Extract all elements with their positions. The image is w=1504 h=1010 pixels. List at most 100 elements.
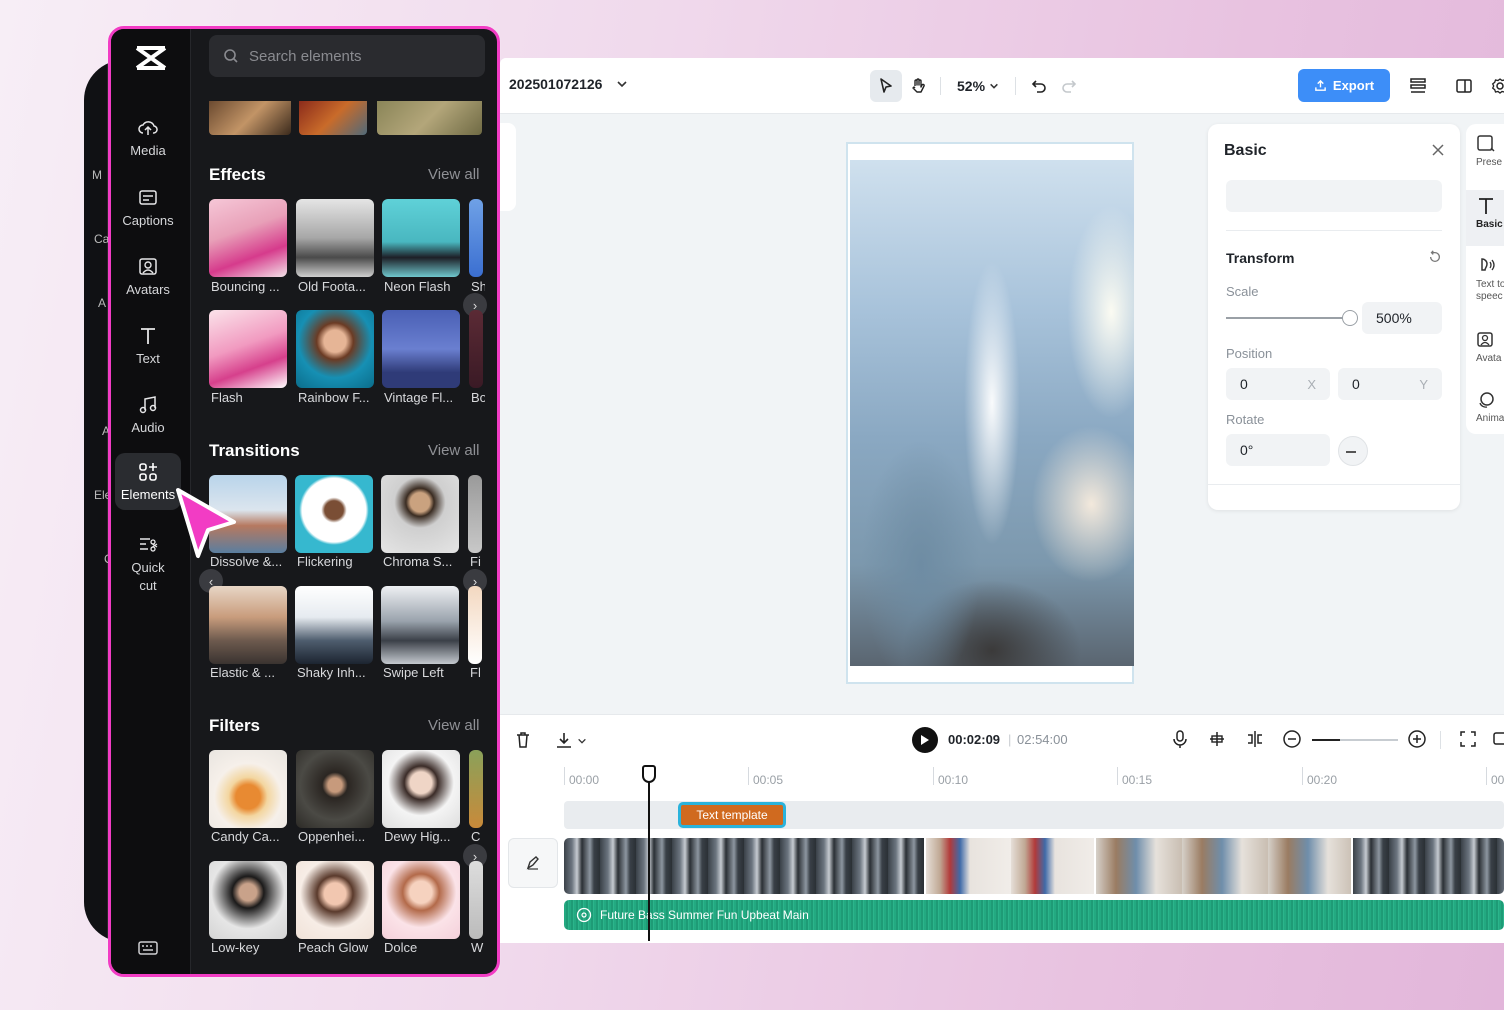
effect-thumbnail[interactable]	[469, 310, 483, 388]
layers-button[interactable]	[1402, 70, 1434, 102]
nav-item-media[interactable]: Media	[115, 117, 181, 158]
effect-label: Rainbow F...	[298, 390, 370, 405]
text-template-clip[interactable]: Text template	[678, 802, 786, 828]
scale-slider[interactable]	[1226, 317, 1350, 319]
hand-tool-button[interactable]	[902, 70, 934, 102]
rail-item-avatars[interactable]: Avata	[1466, 330, 1504, 382]
filter-thumbnail[interactable]	[469, 750, 483, 828]
fullscreen-icon[interactable]	[1459, 730, 1477, 748]
transition-thumbnail[interactable]	[381, 586, 459, 664]
nav-item-audio[interactable]: Audio	[115, 394, 181, 435]
total-time: 02:54:00	[1017, 732, 1068, 747]
effect-thumbnail[interactable]	[469, 199, 483, 277]
video-clip[interactable]	[1096, 838, 1353, 894]
filter-thumbnail[interactable]	[296, 861, 374, 939]
filter-thumbnail[interactable]	[382, 861, 460, 939]
rail-item-basic[interactable]: Basic	[1466, 190, 1504, 246]
transition-thumbnail[interactable]	[295, 475, 373, 553]
stack-icon	[1410, 78, 1426, 93]
rail-label: Prese	[1476, 157, 1503, 168]
media-thumbnail[interactable]	[209, 101, 291, 135]
effect-thumbnail[interactable]	[209, 199, 287, 277]
filter-thumbnail[interactable]	[296, 750, 374, 828]
search-input[interactable]: Search elements	[209, 35, 485, 77]
filter-thumbnail[interactable]	[469, 861, 483, 939]
position-y-value: 0	[1352, 376, 1360, 392]
chevron-down-icon[interactable]	[577, 736, 587, 746]
scale-input[interactable]: 500%	[1362, 302, 1442, 334]
trash-icon[interactable]	[514, 731, 532, 749]
caption-icon[interactable]	[1492, 730, 1504, 748]
preview-canvas[interactable]	[846, 142, 1134, 684]
playhead[interactable]	[648, 769, 650, 941]
project-title[interactable]: 202501072126	[509, 76, 628, 92]
audio-clip[interactable]: Future Bass Summer Fun Upbeat Main	[564, 900, 1504, 930]
filter-thumbnail[interactable]	[382, 750, 460, 828]
close-icon[interactable]	[1430, 142, 1446, 158]
presets-icon	[1477, 135, 1495, 152]
reset-icon[interactable]	[1428, 250, 1442, 264]
export-label: Export	[1332, 78, 1375, 93]
nav-label: Quick cut	[131, 560, 165, 593]
effect-thumbnail[interactable]	[209, 310, 287, 388]
elements-side-panel: Media Captions Avatars Text Audio Elemen…	[108, 26, 500, 977]
playhead-handle[interactable]	[642, 765, 656, 783]
rotate-input[interactable]: 0°	[1226, 434, 1330, 466]
time-ruler[interactable]: 00:00 00:05 00:10 00:15 00:20 00	[564, 767, 1504, 791]
nav-item-avatars[interactable]: Avatars	[115, 256, 181, 297]
export-button[interactable]: Export	[1298, 69, 1390, 102]
redo-button[interactable]	[1054, 70, 1086, 102]
scale-label: Scale	[1226, 284, 1259, 299]
position-y-input[interactable]: 0Y	[1338, 368, 1442, 400]
project-name: 202501072126	[509, 76, 603, 92]
rail-item-text-to-speech[interactable]: Text to speec	[1466, 256, 1504, 312]
snap-icon[interactable]	[1207, 729, 1227, 749]
effect-thumbnail[interactable]	[382, 199, 460, 277]
settings-button[interactable]	[1484, 70, 1504, 102]
view-all-filters[interactable]: View all	[428, 717, 479, 734]
transition-thumbnail[interactable]	[381, 475, 459, 553]
media-thumbnail[interactable]	[299, 101, 367, 135]
transition-thumbnail[interactable]	[468, 475, 482, 553]
video-clip[interactable]	[926, 838, 1096, 894]
zoom-value: 52%	[957, 78, 986, 94]
rail-item-animation[interactable]: Anima	[1466, 390, 1504, 434]
filter-thumbnail[interactable]	[209, 750, 287, 828]
rotate-dial[interactable]	[1338, 436, 1368, 466]
zoom-in-icon[interactable]	[1407, 729, 1427, 749]
view-all-transitions[interactable]: View all	[428, 442, 479, 459]
transition-thumbnail[interactable]	[468, 586, 482, 664]
effect-thumbnail[interactable]	[296, 310, 374, 388]
effect-thumbnail[interactable]	[382, 310, 460, 388]
split-icon[interactable]	[1245, 729, 1265, 749]
zoom-dropdown[interactable]: 52%	[957, 78, 999, 94]
position-x-input[interactable]: 0X	[1226, 368, 1330, 400]
timeline-zoom-slider[interactable]	[1312, 739, 1398, 741]
nav-item-captions[interactable]: Captions	[115, 187, 181, 228]
edit-cover-button[interactable]	[508, 838, 558, 888]
rail-item-presets[interactable]: Prese	[1466, 134, 1504, 186]
play-button[interactable]	[912, 727, 938, 753]
view-all-effects[interactable]: View all	[428, 166, 479, 183]
transition-thumbnail[interactable]	[209, 586, 287, 664]
select-tool-button[interactable]	[870, 70, 902, 102]
download-icon[interactable]	[554, 730, 574, 750]
clip-label: Text template	[696, 808, 768, 822]
media-thumbnail[interactable]	[377, 101, 482, 135]
video-clip[interactable]	[564, 838, 926, 894]
keyboard-icon[interactable]	[137, 939, 159, 957]
divider	[1226, 230, 1442, 231]
transition-thumbnail[interactable]	[295, 586, 373, 664]
zoom-out-icon[interactable]	[1282, 729, 1302, 749]
editor-window: 202501072126 52% Export Basic Transform …	[500, 58, 1504, 943]
filter-thumbnail[interactable]	[209, 861, 287, 939]
scale-slider-handle[interactable]	[1342, 310, 1358, 326]
nav-item-text[interactable]: Text	[115, 325, 181, 366]
text-input-placeholder[interactable]	[1226, 180, 1442, 212]
video-clip[interactable]	[1353, 838, 1504, 894]
effect-thumbnail[interactable]	[296, 199, 374, 277]
panel-toggle-button[interactable]	[1448, 70, 1480, 102]
capcut-logo-icon	[135, 46, 167, 70]
undo-button[interactable]	[1022, 70, 1054, 102]
microphone-icon[interactable]	[1171, 729, 1189, 749]
